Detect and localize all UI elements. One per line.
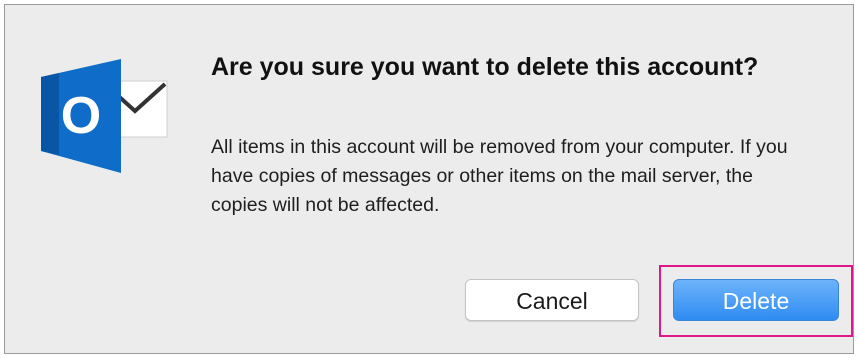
delete-button[interactable]: Delete [673,279,839,321]
dialog-message: All items in this account will be remove… [211,136,788,216]
outlook-logo-letter: O [61,87,101,145]
cancel-button[interactable]: Cancel [465,279,639,321]
dialog-title: Are you sure you want to delete this acc… [211,53,759,81]
outlook-icon: O [39,51,171,175]
delete-account-dialog: O Are you sure you want to delete this a… [4,4,854,354]
